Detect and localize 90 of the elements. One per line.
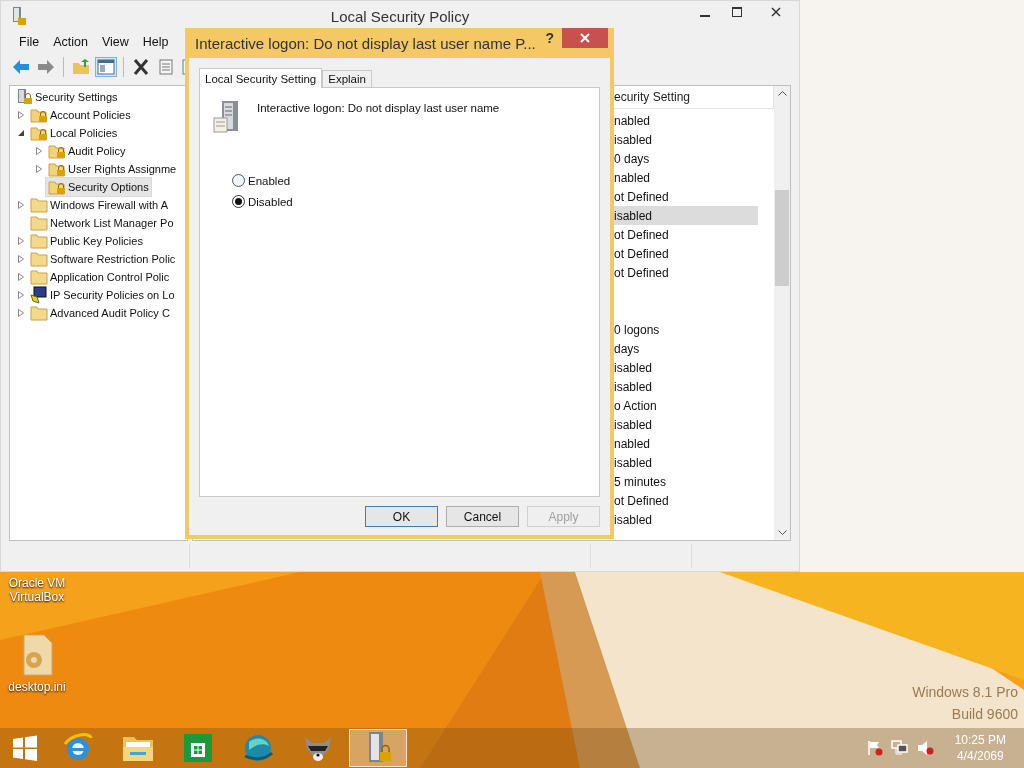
monitor-shield-icon [30,286,48,304]
menu-item[interactable]: View [94,35,136,49]
dialog-button[interactable]: Cancel [446,506,519,527]
windows-logo-icon [12,735,38,761]
close-icon [580,33,590,43]
tree-item[interactable]: User Rights Assignme [45,159,180,179]
minimize-icon [700,15,710,17]
tree-item[interactable]: Public Key Policies [27,231,146,251]
tree-item[interactable]: Application Control Polic [27,267,173,287]
speaker-muted-icon[interactable] [916,740,935,756]
network-icon[interactable] [890,740,909,756]
list-cell[interactable]: isabled [614,130,758,149]
tree-item[interactable]: Security Settings [12,87,121,107]
help-button[interactable]: ? [537,30,562,46]
close-button[interactable] [562,28,608,48]
list-cell[interactable]: ot Defined [614,244,758,263]
tree-item[interactable]: Local Policies [27,123,121,143]
list-cell[interactable]: 0 days [614,149,758,168]
tab[interactable]: Local Security Setting [199,68,323,88]
tree-item[interactable]: Windows Firewall with A [27,195,171,215]
tab[interactable]: Explain [322,70,372,87]
tree-item[interactable]: Account Policies [27,105,134,125]
folder-icon [30,214,48,232]
folder-icon [30,196,48,214]
tree-item[interactable]: Security Options [45,177,152,197]
properties-icon [157,59,175,75]
menu-item[interactable]: Help [135,35,176,49]
locked-folder-icon [48,142,66,160]
tree-item[interactable]: IP Security Policies on Lo [27,285,178,305]
radio-button[interactable] [232,174,245,187]
folder-icon [30,268,48,286]
radio-label[interactable]: Enabled [248,174,291,187]
scrollbar-thumb[interactable] [775,190,789,286]
list-cell[interactable]: nabled [614,111,758,130]
list-cell[interactable]: isabled [614,453,758,472]
list-cell[interactable]: isabled [614,510,758,529]
scrollbar[interactable] [774,86,790,540]
list-cell[interactable]: 5 minutes [614,472,758,491]
locked-folder-icon [48,160,66,178]
list-cell[interactable]: ot Defined [614,225,758,244]
dialog-title: Interactive logon: Do not display last user name P... [195,34,536,52]
list-cell[interactable]: nabled [614,168,758,187]
flag-icon[interactable] [866,740,883,756]
locked-folder-icon [30,124,48,142]
maximize-icon [732,7,742,17]
menu-item[interactable]: Action [46,35,95,49]
window-title: Local Security Policy [330,7,470,25]
settings-file-icon[interactable] [20,634,54,676]
tree-item[interactable]: Audit Policy [45,141,129,161]
folder-icon [30,250,48,268]
expand-arrow-icon[interactable] [17,129,25,137]
forward-arrow-icon [37,59,55,75]
tree-item[interactable]: Software Restriction Polic [27,249,179,269]
edition-text: Windows 8.1 Pro [912,684,1018,700]
delete-icon [132,59,150,75]
list-cell[interactable]: isabled [614,415,758,434]
locked-folder-icon [48,178,66,196]
dialog-button[interactable]: OK [365,506,438,527]
forward-button[interactable] [35,57,57,77]
policy-name: Interactive logon: Do not display last user name [257,102,500,116]
tree-item[interactable]: Network List Manager Po [27,213,177,233]
back-arrow-icon [12,59,30,75]
server-lock-icon [11,6,27,26]
list-cell[interactable]: isabled [614,377,758,396]
folder-icon [30,304,48,322]
list-cell[interactable]: nabled [614,434,758,453]
menu-item[interactable]: File [12,35,47,49]
store-bag-icon [182,732,214,764]
scroll-down-icon[interactable] [777,530,787,536]
up-button[interactable] [70,57,92,77]
scroll-up-icon[interactable] [777,90,787,96]
list-cell[interactable]: o Action [614,396,758,415]
panel-icon [97,59,115,75]
list-cell[interactable]: ot Defined [614,263,758,282]
list-cell[interactable]: ot Defined [614,187,758,206]
list-cell[interactable]: ot Defined [614,491,758,510]
list-cell[interactable]: isabled [614,358,758,377]
folder-up-icon [72,59,90,75]
list-cell[interactable]: days [614,339,758,358]
locked-folder-icon [30,106,48,124]
server-lock-icon [15,88,33,106]
list-cell[interactable]: isabled [614,206,758,225]
edition-text: Build 9600 [951,706,1018,722]
radio-label[interactable]: Disabled [248,195,293,208]
tree-item[interactable]: Advanced Audit Policy C [27,303,173,323]
radio-button[interactable] [232,195,245,208]
close-icon [771,7,781,17]
show-tree-button[interactable] [95,57,117,77]
folder-icon [30,232,48,250]
list-cell[interactable]: 0 logons [614,320,758,339]
